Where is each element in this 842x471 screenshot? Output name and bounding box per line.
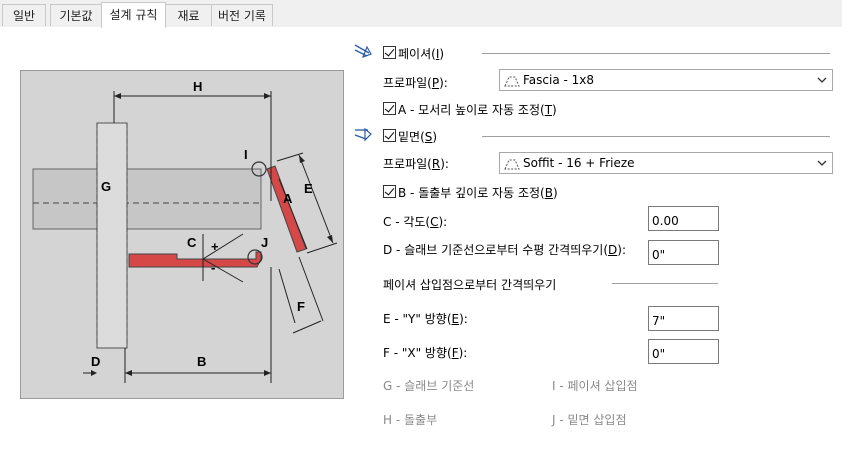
wall-shape <box>96 122 128 349</box>
soffit-section-icon <box>354 127 372 142</box>
tab-general[interactable]: 일반 <box>2 4 46 26</box>
y-direction-input[interactable] <box>648 306 719 331</box>
profile-icon <box>504 159 520 170</box>
tab-defaults[interactable]: 기본값 <box>50 4 102 26</box>
label-minus: - <box>211 260 215 275</box>
chevron-down-icon <box>817 160 827 166</box>
legend-h: H - 돌출부 <box>383 413 438 427</box>
label-i: I <box>244 147 248 162</box>
angle-label: C - 각도(C): <box>383 215 448 229</box>
x-direction-input[interactable] <box>648 339 719 364</box>
fascia-auto-adjust-label[interactable]: A - 모서리 높이로 자동 조정(T) <box>398 101 557 118</box>
horizontal-offset-input[interactable] <box>648 240 719 265</box>
legend-j: J - 밑면 삽입점 <box>552 413 627 427</box>
design-rules-panel: H G I E A C + - J F D B 페이셔(I) 프로파일(P): … <box>0 27 842 471</box>
eave-diagram: H G I E A C + - J F D B <box>20 70 344 399</box>
label-f: F <box>297 299 305 314</box>
label-plus: + <box>211 239 219 254</box>
soffit-profile-value: Soffit - 16 + Frieze <box>523 156 635 170</box>
legend-g: G - 슬래브 기준선 <box>383 379 475 393</box>
soffit-checkbox[interactable] <box>383 129 396 142</box>
fascia-section-icon <box>354 44 372 59</box>
label-e: E <box>304 181 313 196</box>
chevron-down-icon <box>817 77 827 83</box>
fascia-auto-adjust-checkbox[interactable] <box>383 102 396 115</box>
fascia-profile-value: Fascia - 1x8 <box>523 73 595 87</box>
soffit-shape <box>128 251 262 268</box>
fascia-separator <box>482 53 830 54</box>
fascia-profile-label: 프로파일(P): <box>383 76 448 90</box>
offset-group-label: 페이셔 삽입점으로부터 간격띄우기 <box>383 278 557 292</box>
y-direction-label: E - "Y" 방향(E): <box>383 312 468 326</box>
offset-label: D - 슬래브 기준선으로부터 수평 간격띄우기(D): <box>383 243 626 257</box>
label-j: J <box>261 235 268 250</box>
label-c: C <box>187 235 197 250</box>
tab-bar: 일반 기본값 설계 규칙 재료 버전 기록 <box>0 0 842 28</box>
fascia-checkbox-label[interactable]: 페이셔(I) <box>398 45 444 62</box>
angle-input[interactable] <box>648 206 719 231</box>
soffit-profile-dropdown[interactable]: Soffit - 16 + Frieze <box>499 152 833 174</box>
fascia-checkbox[interactable] <box>383 46 396 59</box>
soffit-auto-adjust-checkbox[interactable] <box>383 185 396 198</box>
label-d: D <box>91 354 100 369</box>
label-h: H <box>193 79 202 94</box>
legend-i: I - 페이셔 삽입점 <box>552 379 638 393</box>
soffit-separator <box>482 136 830 137</box>
soffit-profile-label: 프로파일(R): <box>383 157 449 171</box>
offset-group-separator <box>612 283 718 284</box>
tab-design-rules[interactable]: 설계 규칙 <box>101 2 166 28</box>
eave-diagram-drawing: H G I E A C + - J F D B <box>32 79 338 383</box>
profile-icon <box>504 76 520 87</box>
soffit-auto-adjust-label[interactable]: B - 돌출부 깊이로 자동 조정(B) <box>398 184 558 201</box>
tab-version-history[interactable]: 버전 기록 <box>211 4 273 26</box>
x-direction-label: F - "X" 방향(F): <box>383 346 468 360</box>
label-b: B <box>197 354 206 369</box>
fascia-profile-dropdown[interactable]: Fascia - 1x8 <box>499 69 833 91</box>
tab-materials[interactable]: 재료 <box>165 4 212 26</box>
slab-shape <box>32 168 262 230</box>
soffit-checkbox-label[interactable]: 밑면(S) <box>398 128 437 145</box>
fascia-shape <box>266 165 307 253</box>
label-g: G <box>101 179 111 194</box>
label-a: A <box>283 191 293 206</box>
